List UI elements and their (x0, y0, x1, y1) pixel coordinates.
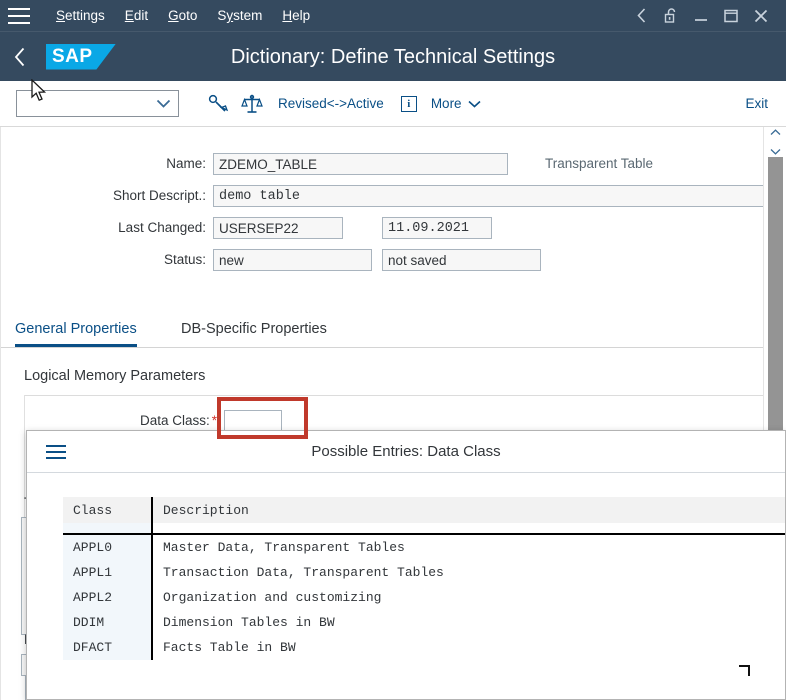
table-row[interactable]: APPL0 Master Data, Transparent Tables (63, 534, 785, 560)
scroll-up-chevron-icon[interactable] (770, 123, 781, 141)
column-header-description[interactable]: Description (152, 497, 785, 523)
application-toolbar: Revised<->Active i More Exit (0, 81, 786, 127)
maximize-icon[interactable] (716, 0, 746, 31)
menu-item-help[interactable]: Help (272, 0, 320, 31)
possible-entries-table: Class Description APPL0 Master Data, Tra… (63, 497, 785, 660)
data-class-input[interactable] (224, 410, 282, 432)
dialog-header: Possible Entries: Data Class (27, 431, 785, 473)
cell-description[interactable]: Master Data, Transparent Tables (152, 534, 785, 560)
tab-strip: General Properties DB-Specific Propertie… (1, 315, 764, 348)
resize-corner-icon[interactable] (739, 665, 750, 676)
cell-class[interactable]: APPL2 (63, 585, 153, 610)
chevron-down-icon (468, 96, 481, 111)
scroll-arrows[interactable] (764, 127, 786, 155)
minimize-icon[interactable] (686, 0, 716, 31)
page-title: Dictionary: Define Technical Settings (230, 46, 556, 68)
popup-menu-icon[interactable] (46, 444, 66, 459)
activate-pencil-icon[interactable] (201, 87, 235, 121)
last-changed-user-field[interactable]: USERSEP22 (213, 217, 343, 239)
close-icon[interactable] (746, 0, 776, 31)
data-class-label: Data Class: * (87, 410, 217, 432)
menu-item-settings-label: ettings (65, 8, 105, 23)
sap-gui-window: Settings Edit Goto System Help SAP Dicti… (0, 0, 786, 700)
menu-item-system-label: stem (233, 8, 263, 23)
last-changed-label: Last Changed: (118, 220, 206, 235)
tab-db-specific-properties[interactable]: DB-Specific Properties (181, 315, 327, 347)
menu-item-goto-label: oto (178, 8, 198, 23)
table-header-separator (63, 523, 785, 535)
name-field[interactable]: ZDEMO_TABLE (213, 153, 508, 175)
shell-bar: SAP Dictionary: Define Technical Setting… (0, 31, 786, 81)
shell-back-icon[interactable] (0, 32, 40, 82)
separator-cell-description (152, 523, 785, 535)
status-field[interactable]: new (213, 249, 372, 271)
sap-logo[interactable]: SAP (46, 43, 116, 70)
table-header-row: Class Description (63, 497, 785, 523)
cell-class[interactable]: APPL0 (63, 534, 153, 560)
last-changed-date-field[interactable]: 11.09.2021 (382, 217, 492, 239)
exit-button[interactable]: Exit (741, 96, 772, 111)
cell-description[interactable]: Dimension Tables in BW (152, 610, 785, 635)
short-descript-label: Short Descript.: (112, 188, 206, 203)
short-descript-field[interactable]: demo table (213, 185, 764, 207)
table-type-label: Transparent Table (545, 156, 654, 171)
menu-item-goto[interactable]: Goto (158, 0, 207, 31)
unlock-padlock-icon[interactable] (656, 0, 686, 31)
cell-description[interactable]: Transaction Data, Transparent Tables (152, 560, 785, 585)
revised-active-button[interactable]: Revised<->Active (269, 96, 393, 111)
column-header-class[interactable]: Class (63, 497, 153, 523)
menu-item-system[interactable]: System (207, 0, 272, 31)
table-row[interactable]: APPL1 Transaction Data, Transparent Tabl… (63, 560, 785, 585)
back-chevron-icon[interactable] (626, 0, 656, 31)
compare-scales-icon[interactable] (235, 87, 269, 121)
menu-bar: Settings Edit Goto System Help (0, 0, 786, 31)
chevron-down-icon (156, 99, 171, 108)
menu-item-edit[interactable]: Edit (115, 0, 158, 31)
table-row[interactable]: DFACT Facts Table in BW (63, 635, 785, 660)
object-select-dropdown[interactable] (16, 90, 179, 117)
status-label: Status: (163, 252, 206, 267)
hamburger-menu-icon[interactable] (8, 7, 30, 24)
table-row[interactable]: DDIM Dimension Tables in BW (63, 610, 785, 635)
dialog-body: Class Description APPL0 Master Data, Tra… (27, 473, 785, 699)
information-icon[interactable]: i (400, 95, 417, 112)
cell-class[interactable]: DDIM (63, 610, 153, 635)
saved-state-field[interactable]: not saved (382, 249, 541, 271)
menu-item-settings[interactable]: Settings (46, 0, 115, 31)
cell-description[interactable]: Facts Table in BW (152, 635, 785, 660)
separator-cell-class (63, 523, 153, 535)
more-menu-label: More (430, 96, 462, 111)
cell-description[interactable]: Organization and customizing (152, 585, 785, 610)
scroll-thumb[interactable] (768, 157, 783, 474)
sap-logo-text: SAP (52, 45, 93, 67)
cell-class[interactable]: DFACT (63, 635, 153, 660)
menu-item-edit-label: dit (133, 8, 149, 23)
more-menu-button[interactable]: More (425, 96, 487, 111)
table-head: Class Description (63, 497, 785, 535)
section-title-logical-memory-parameters: Logical Memory Parameters (24, 368, 206, 384)
required-marker: * (211, 413, 217, 428)
data-class-label-text: Data Class: (139, 413, 210, 428)
tab-general-properties[interactable]: General Properties (15, 315, 137, 347)
dialog-title: Possible Entries: Data Class (311, 443, 501, 460)
name-label: Name: (166, 156, 206, 171)
possible-entries-dialog: Possible Entries: Data Class Class Descr… (26, 430, 786, 700)
menu-item-help-label: elp (292, 8, 311, 23)
cell-class[interactable]: APPL1 (63, 560, 153, 585)
table-row[interactable]: APPL2 Organization and customizing (63, 585, 785, 610)
table-body: APPL0 Master Data, Transparent Tables AP… (63, 534, 785, 660)
